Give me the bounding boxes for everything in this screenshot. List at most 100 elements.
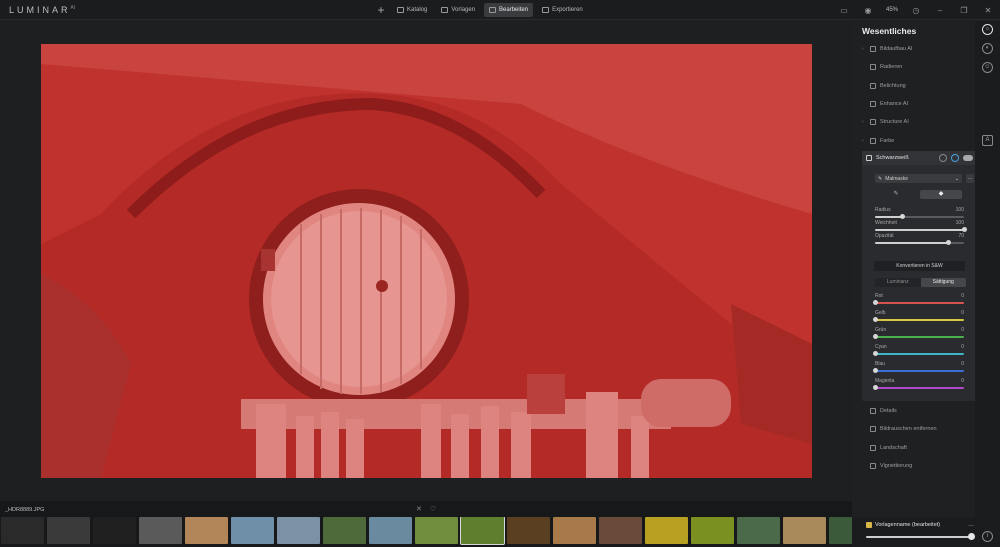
filmstrip-thumbnail[interactable]	[783, 517, 826, 544]
filmstrip-thumbnail[interactable]	[737, 517, 780, 544]
tool-bildrauschen[interactable]: Bildrauschen entfernen	[862, 423, 974, 435]
filmstrip-thumbnail[interactable]	[507, 517, 550, 544]
filmstrip-thumbnail[interactable]	[553, 517, 596, 544]
tab-bearbeiten[interactable]: Bearbeiten	[484, 3, 534, 17]
main-nav: + Katalog Vorlagen Bearbeiten Exportiere…	[374, 3, 588, 17]
landscape-icon	[870, 445, 876, 451]
slider-thumb[interactable]	[899, 214, 905, 219]
zoom-level[interactable]: 45%	[880, 7, 904, 13]
preset-label[interactable]: Vorlagenname (bearbeitet)	[866, 522, 940, 528]
add-icon[interactable]: +	[374, 3, 388, 17]
filmstrip-thumbnail[interactable]	[139, 517, 182, 544]
slider-gruen[interactable]: Grün 0	[873, 327, 964, 339]
history-icon[interactable]: ◷	[904, 6, 928, 15]
tool-bildaufbau[interactable]: › Bildaufbau AI	[862, 43, 974, 55]
filmstrip-thumbnail[interactable]	[93, 517, 136, 544]
structure-icon	[870, 119, 876, 125]
maximize-icon[interactable]: ❐	[952, 6, 976, 15]
tool-vignettierung[interactable]: Vignettierung	[862, 460, 974, 472]
tool-farbe[interactable]: › Farbe	[862, 135, 974, 147]
tool-landschaft[interactable]: Landschaft	[862, 442, 974, 454]
slider-thumb[interactable]	[873, 334, 878, 339]
segment-luminanz[interactable]: Luminanz	[875, 278, 921, 287]
visibility-toggle[interactable]	[963, 155, 973, 161]
tool-structure[interactable]: › Structure AI	[862, 116, 974, 128]
filmstrip-thumbnail[interactable]	[231, 517, 274, 544]
slider-thumb[interactable]	[873, 368, 878, 373]
segment-saettigung[interactable]: Sättigung	[920, 278, 966, 287]
professional-icon[interactable]: A	[982, 135, 993, 146]
filmstrip-thumbnail[interactable]	[415, 517, 458, 544]
favorite-heart-icon[interactable]: ♡	[430, 505, 436, 513]
mask-more-button[interactable]: ...	[966, 174, 974, 183]
filmstrip-thumbnail[interactable]	[47, 517, 90, 544]
slider-thumb[interactable]	[873, 385, 878, 390]
slider-weichheit[interactable]: Weichheit 100	[875, 220, 967, 232]
filmstrip: _HDR8889.JPG ✕ ♡	[0, 501, 852, 547]
chevron-down-icon: ⌄	[954, 175, 959, 182]
filmstrip-thumbnail[interactable]	[185, 517, 228, 544]
slider-thumb[interactable]	[962, 227, 967, 232]
brush-icon: ✎	[893, 191, 899, 197]
minimize-icon[interactable]: –	[928, 6, 952, 15]
filmstrip-thumbnail[interactable]	[369, 517, 412, 544]
tab-vorlagen[interactable]: Vorlagen	[436, 3, 480, 17]
convert-bw-button[interactable]: Konvertieren in S&W	[874, 261, 965, 271]
chevron-right-icon: ›	[862, 138, 864, 144]
filmstrip-thumbnail[interactable]	[323, 517, 366, 544]
portrait-face-icon[interactable]: ☺	[982, 62, 993, 73]
slider-gelb[interactable]: Gelb 0	[873, 310, 964, 322]
slider-thumb[interactable]	[945, 240, 951, 245]
paint-brush-button[interactable]: ✎	[875, 190, 917, 199]
photo-canvas[interactable]	[41, 44, 812, 478]
file-name: _HDR8889.JPG	[5, 507, 45, 513]
slider-thumb[interactable]	[873, 351, 878, 356]
preset-amount-slider[interactable]	[866, 536, 972, 538]
tab-exportieren[interactable]: Exportieren	[537, 3, 588, 17]
tool-details[interactable]: Details	[862, 405, 974, 417]
filmstrip-thumbnail[interactable]	[691, 517, 734, 544]
filmstrip-thumbnail[interactable]	[645, 517, 688, 544]
tool-belichtung[interactable]: Belichtung	[862, 80, 974, 92]
details-icon	[870, 408, 876, 414]
slider-blau[interactable]: Blau 0	[873, 361, 964, 373]
chevron-right-icon: ›	[862, 46, 864, 52]
tool-enhance[interactable]: Enhance AI	[862, 98, 974, 110]
essentials-sun-icon[interactable]: ☼	[982, 24, 993, 35]
compare-icon[interactable]: ▭	[832, 6, 856, 15]
mask-dropdown[interactable]: ✎ Malmaske ⌄	[875, 174, 962, 183]
slider-thumb[interactable]	[968, 533, 975, 540]
preset-more-button[interactable]: ...	[968, 521, 974, 528]
enhance-icon	[870, 101, 876, 107]
slider-magenta[interactable]: Magenta 0	[873, 378, 964, 390]
filmstrip-thumbnail[interactable]	[829, 517, 852, 544]
thumbnail-strip	[0, 517, 852, 545]
tool-radieren[interactable]: Radieren	[862, 61, 974, 73]
eraser-button[interactable]: ◆	[920, 190, 962, 199]
preset-bar: Vorlagenname (bearbeitet) ...	[852, 517, 978, 547]
slider-thumb[interactable]	[873, 317, 878, 322]
bw-header[interactable]: Schwarzweiß	[862, 151, 977, 165]
catalog-icon	[397, 7, 404, 13]
denoise-icon	[870, 426, 876, 432]
creative-palette-icon[interactable]: ◐	[982, 43, 993, 54]
export-icon	[542, 7, 550, 13]
slider-cyan[interactable]: Cyan 0	[873, 344, 964, 356]
close-icon[interactable]: ✕	[976, 6, 1000, 15]
filmstrip-thumbnail[interactable]	[1, 517, 44, 544]
slider-rot[interactable]: Rot 0	[873, 293, 964, 305]
window-controls: ▭ ◉ 45% ◷ – ❐ ✕	[832, 0, 1000, 20]
mask-icon[interactable]	[951, 154, 959, 162]
undo-icon[interactable]	[939, 154, 947, 162]
slider-opazitaet[interactable]: Opazität 70	[875, 233, 964, 245]
tab-katalog[interactable]: Katalog	[392, 3, 432, 17]
chevron-right-icon: ›	[862, 119, 864, 125]
filmstrip-thumbnail[interactable]	[277, 517, 320, 544]
slider-radius[interactable]: Radius 100	[875, 207, 964, 219]
slider-thumb[interactable]	[873, 300, 878, 305]
preview-eye-icon[interactable]: ◉	[856, 6, 880, 15]
info-icon[interactable]: i	[982, 531, 993, 542]
filmstrip-thumbnail[interactable]	[460, 517, 505, 545]
reject-icon[interactable]: ✕	[416, 505, 422, 513]
filmstrip-thumbnail[interactable]	[599, 517, 642, 544]
